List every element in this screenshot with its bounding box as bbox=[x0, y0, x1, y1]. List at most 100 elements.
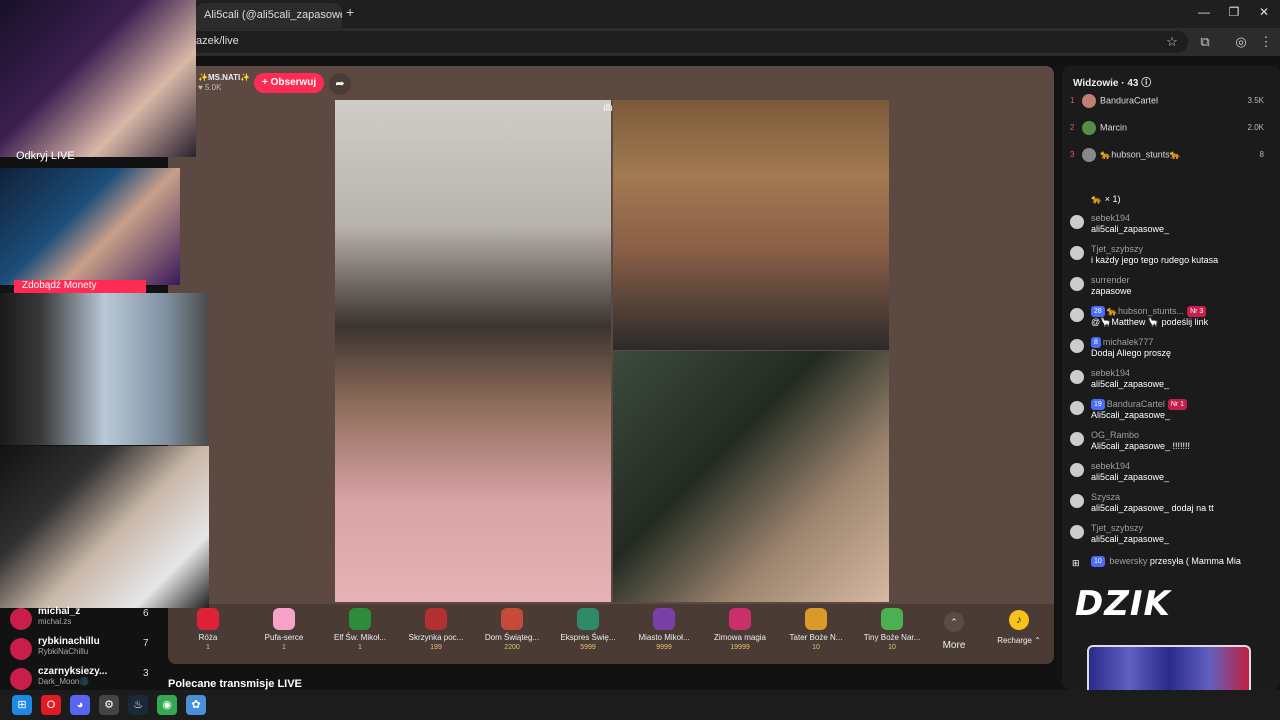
chat-message[interactable]: 🐆 × 1) bbox=[1070, 194, 1275, 205]
profile-icon[interactable]: ◎ bbox=[1232, 34, 1250, 50]
gift-item[interactable]: Elf Św. Mikoł... 1 bbox=[323, 608, 397, 651]
gift-icon bbox=[881, 608, 903, 630]
chat-text: Ali5cali_zapasowe_ !!!!!!! bbox=[1091, 441, 1191, 451]
chat-message[interactable]: sebek194 ali5cali_zapasowe_ bbox=[1070, 213, 1275, 235]
viewer-rank: 3 bbox=[1070, 150, 1075, 160]
chat-message[interactable]: sebek194 ali5cali_zapasowe_ bbox=[1070, 461, 1275, 483]
avatar bbox=[1070, 277, 1084, 291]
live-account-handle: michal.zs bbox=[38, 617, 72, 626]
gift-item[interactable]: Tiny Boże Nar... 10 bbox=[855, 608, 929, 651]
recharge-button[interactable]: ♪ Recharge ⌃ bbox=[992, 610, 1046, 645]
maximize-button[interactable]: ❐ bbox=[1224, 5, 1244, 19]
gift-name: Tater Boże N... bbox=[789, 633, 843, 642]
chat-username: Szysza bbox=[1091, 492, 1275, 503]
viewer-name: 🐆hubson_stunts🐆 bbox=[1100, 149, 1181, 160]
gift-item[interactable]: Róża 1 bbox=[171, 608, 245, 651]
avatar bbox=[1070, 215, 1084, 229]
live-account-row[interactable]: czarnyksiezy... Dark_Moon🌑 bbox=[10, 666, 160, 690]
chat-message[interactable]: Szysza ali5cali_zapasowe_ dodaj na tt bbox=[1070, 492, 1275, 514]
follow-button[interactable]: + Obserwuj bbox=[254, 73, 325, 93]
live-account-handle: Dark_Moon🌑 bbox=[38, 677, 90, 686]
chat-text: Ali5cali_zapasowe_ bbox=[1091, 410, 1171, 421]
recharge-label: Recharge ⌃ bbox=[997, 636, 1041, 645]
viewer-name: BanduraCartel bbox=[1100, 95, 1159, 106]
chat-username-text: Tjet_szybszy bbox=[1091, 244, 1144, 254]
gift-item[interactable]: Ekspres Świę... 5999 bbox=[551, 608, 625, 651]
taskbar-app-icon[interactable]: ◕ bbox=[70, 695, 90, 715]
chat-message[interactable]: sebek194 ali5cali_zapasowe_ bbox=[1070, 368, 1275, 390]
taskbar-app-icon[interactable]: ♨ bbox=[128, 695, 148, 715]
video-cell-guest-2[interactable] bbox=[613, 351, 889, 602]
taskbar-app-icon[interactable]: ⊞ bbox=[12, 695, 32, 715]
chat-text: ali5cali_zapasowe_ dodaj na tt bbox=[1091, 503, 1214, 513]
taskbar-app-icon[interactable]: ◉ bbox=[157, 695, 177, 715]
browser-tab[interactable]: Ali5cali (@ali5cali_zapasowe_) bbox=[196, 3, 342, 28]
gift-item[interactable]: Zimowa magia 19999 bbox=[703, 608, 777, 651]
chat-message[interactable]: 28 🐆hubson_stunts... Nr 3 @🦙Matthew 🦙 podeś… bbox=[1070, 306, 1275, 328]
discover-live-label[interactable]: Odkryj LIVE bbox=[16, 150, 75, 162]
chat-username: OG_Rambo bbox=[1091, 430, 1275, 441]
live-account-count: 6 bbox=[143, 608, 149, 619]
taskbar-app-icon[interactable]: ⚙ bbox=[99, 695, 119, 715]
chat-message[interactable]: surrender zapasowe bbox=[1070, 275, 1275, 297]
viewer-score: 3.5K bbox=[1247, 96, 1264, 105]
gift-item[interactable]: Tater Boże N... 10 bbox=[779, 608, 853, 651]
viewer-score: 8 bbox=[1259, 150, 1264, 159]
more-gifts-button[interactable]: ⌃ More bbox=[938, 612, 970, 651]
url-text: azek/live bbox=[196, 35, 239, 47]
avatar bbox=[1070, 432, 1084, 446]
bookmark-star-icon[interactable]: ☆ bbox=[1163, 34, 1181, 50]
tab-title: Ali5cali (@ali5cali_zapasowe_) bbox=[204, 9, 342, 21]
viewer-row[interactable]: 3 🐆hubson_stunts🐆 8 bbox=[1070, 148, 1270, 166]
gift-icon bbox=[349, 608, 371, 630]
live-account-row[interactable]: rybkinachillu RybkiNaChillu bbox=[10, 636, 160, 660]
chat-message[interactable]: 8 michalek777 Dodaj Aliego proszę bbox=[1070, 337, 1275, 359]
gift-name: Miasto Mikoł... bbox=[638, 633, 690, 642]
chat-username: 19 BanduraCartel Nr 1 bbox=[1091, 399, 1275, 411]
url-field[interactable]: azek/live bbox=[188, 31, 1188, 53]
gift-item[interactable]: Pufa-serce 1 bbox=[247, 608, 321, 651]
video-cell-guest-1[interactable] bbox=[613, 100, 889, 350]
more-label: More bbox=[942, 640, 966, 651]
chat-message[interactable]: 19 BanduraCartel Nr 1 Ali5cali_zapasowe_ bbox=[1070, 399, 1275, 421]
taskbar-app-icon[interactable]: ✿ bbox=[186, 695, 206, 715]
gift-icon bbox=[197, 608, 219, 630]
host-info[interactable]: ✨MS.NATI✨ ♥ 5.0K bbox=[198, 73, 250, 93]
taskbar-app-icon[interactable]: O bbox=[41, 695, 61, 715]
gift-icon bbox=[653, 608, 675, 630]
video-cell-main[interactable] bbox=[335, 100, 611, 602]
viewer-row[interactable]: 1 BanduraCartel 3.5K bbox=[1070, 94, 1270, 112]
avatar bbox=[1070, 370, 1084, 384]
chat-message[interactable]: Tjet_szybszy i każdy jego tego rudego kut… bbox=[1070, 244, 1275, 266]
chat-message[interactable]: Tjet_szybszy ali5cali_zapasowe_ bbox=[1070, 523, 1275, 545]
gift-name: Ekspres Świę... bbox=[560, 633, 616, 642]
avatar bbox=[10, 668, 32, 690]
extensions-icon[interactable]: ⧉ bbox=[1196, 34, 1214, 50]
more-chevron-icon: ⌃ bbox=[944, 612, 964, 632]
close-window-button[interactable]: ✕ bbox=[1254, 5, 1274, 19]
gift-item[interactable]: Miasto Mikoł... 9999 bbox=[627, 608, 701, 651]
browser-menu-icon[interactable]: ⋮ bbox=[1257, 34, 1275, 50]
share-icon[interactable]: ➦ bbox=[329, 73, 351, 95]
avatar bbox=[1070, 525, 1084, 539]
chat-text: ali5cali_zapasowe_ bbox=[1091, 224, 1170, 234]
rank-badge: Nr 3 bbox=[1187, 306, 1207, 318]
new-tab-button[interactable]: + bbox=[346, 4, 354, 20]
chat-username: 28 🐆hubson_stunts... Nr 3 bbox=[1091, 306, 1275, 318]
chat-username-text: BanduraCartel bbox=[1106, 399, 1165, 409]
gift-item[interactable]: Skrzynka poc... 199 bbox=[399, 608, 473, 651]
gift-item[interactable]: Dom Świąteg... 2200 bbox=[475, 608, 549, 651]
chat-message[interactable]: OG_Rambo Ali5cali_zapasowe_ !!!!!!! bbox=[1070, 430, 1275, 452]
live-account-count: 7 bbox=[143, 638, 149, 649]
chat-text: ali5cali_zapasowe_ bbox=[1091, 534, 1170, 544]
chat-username-text: surrender bbox=[1091, 275, 1130, 285]
minimize-button[interactable]: — bbox=[1194, 5, 1214, 19]
chat-text: 🐆 × 1) bbox=[1091, 194, 1121, 204]
viewer-rank: 2 bbox=[1070, 123, 1075, 133]
live-account-row[interactable]: michal_z michal.zs bbox=[10, 606, 160, 630]
get-coins-button[interactable]: Zdobądź Monety bbox=[14, 280, 146, 293]
viewers-title[interactable]: Widzowie · 43 ⓘ bbox=[1073, 74, 1151, 89]
chat-username-text: sebek194 bbox=[1091, 213, 1131, 223]
viewer-row[interactable]: 2 Marcin 2.0K bbox=[1070, 121, 1270, 139]
gift-price: 199 bbox=[430, 644, 442, 651]
